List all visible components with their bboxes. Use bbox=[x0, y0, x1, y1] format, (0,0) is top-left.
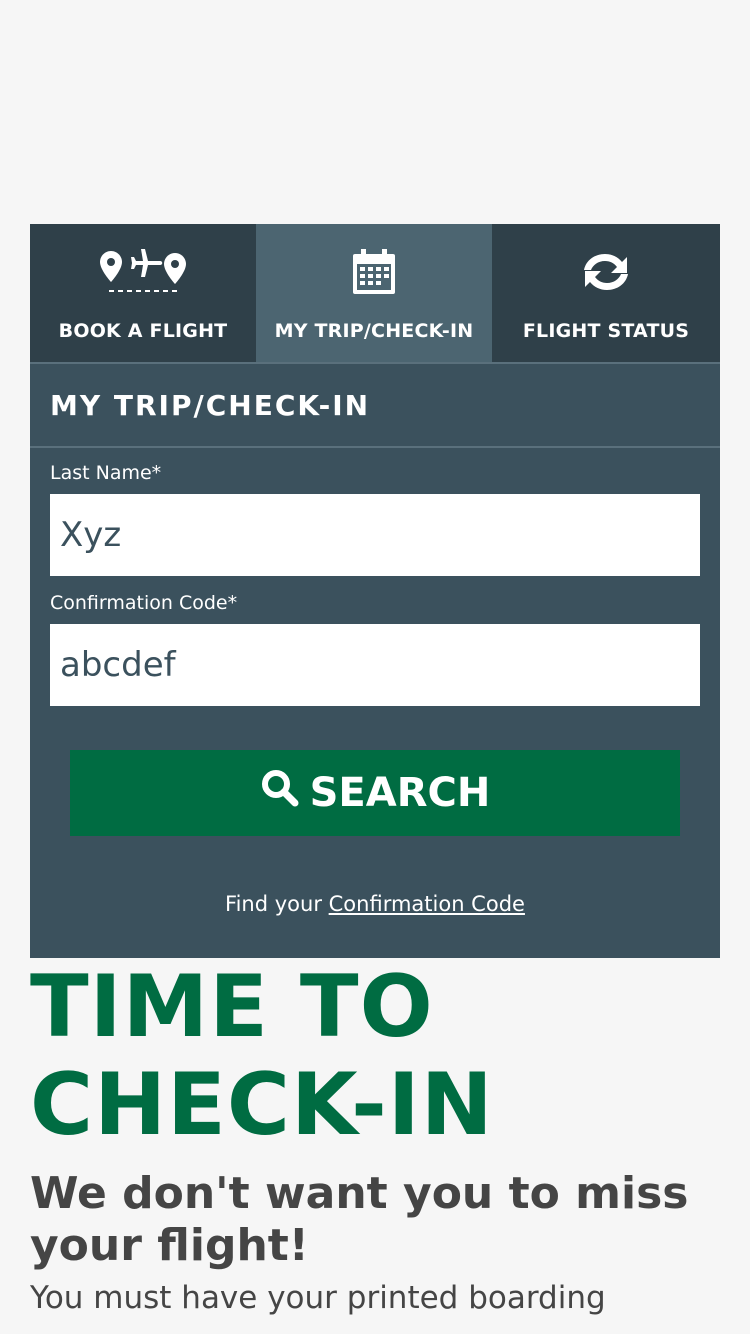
page-title: TIME TO CHECK-IN bbox=[30, 958, 730, 1154]
confirmation-code-input[interactable] bbox=[50, 624, 700, 706]
tab-label: MY TRIP/CHECK-IN bbox=[274, 320, 474, 342]
tab-book-a-flight[interactable]: BOOK A FLIGHT bbox=[30, 224, 256, 362]
tab-my-trip-checkin[interactable]: MY TRIP/CHECK-IN bbox=[256, 224, 492, 362]
body-text: You must have your printed boarding bbox=[30, 1280, 606, 1316]
tab-label: FLIGHT STATUS bbox=[522, 320, 690, 342]
search-label: SEARCH bbox=[309, 770, 491, 816]
search-button[interactable]: SEARCH bbox=[70, 750, 680, 836]
find-prefix: Find your bbox=[225, 892, 322, 916]
title-line-1: TIME TO bbox=[30, 957, 434, 1057]
last-name-input[interactable] bbox=[50, 494, 700, 576]
checkin-form: Last Name* Confirmation Code* bbox=[30, 448, 720, 720]
find-code-text: Find your Confirmation Code bbox=[30, 892, 720, 916]
trip-widget: BOOK A FLIGHT MY TRIP/CHECK-IN FLIGHT ST… bbox=[30, 224, 720, 958]
confirmation-code-link[interactable]: Confirmation Code bbox=[329, 892, 525, 916]
route-plane-icon bbox=[97, 224, 189, 320]
tab-flight-status[interactable]: FLIGHT STATUS bbox=[492, 224, 720, 362]
tab-label: BOOK A FLIGHT bbox=[58, 320, 228, 342]
calendar-icon bbox=[350, 224, 398, 320]
tab-bar: BOOK A FLIGHT MY TRIP/CHECK-IN FLIGHT ST… bbox=[30, 224, 720, 362]
refresh-icon bbox=[574, 224, 638, 320]
title-line-2: CHECK-IN bbox=[30, 1055, 494, 1155]
search-icon bbox=[260, 768, 300, 818]
subheading: We don't want you to miss your flight! bbox=[30, 1168, 689, 1271]
section-title: MY TRIP/CHECK-IN bbox=[30, 364, 720, 448]
confirmation-code-label: Confirmation Code* bbox=[50, 592, 238, 614]
last-name-label: Last Name* bbox=[50, 462, 162, 484]
